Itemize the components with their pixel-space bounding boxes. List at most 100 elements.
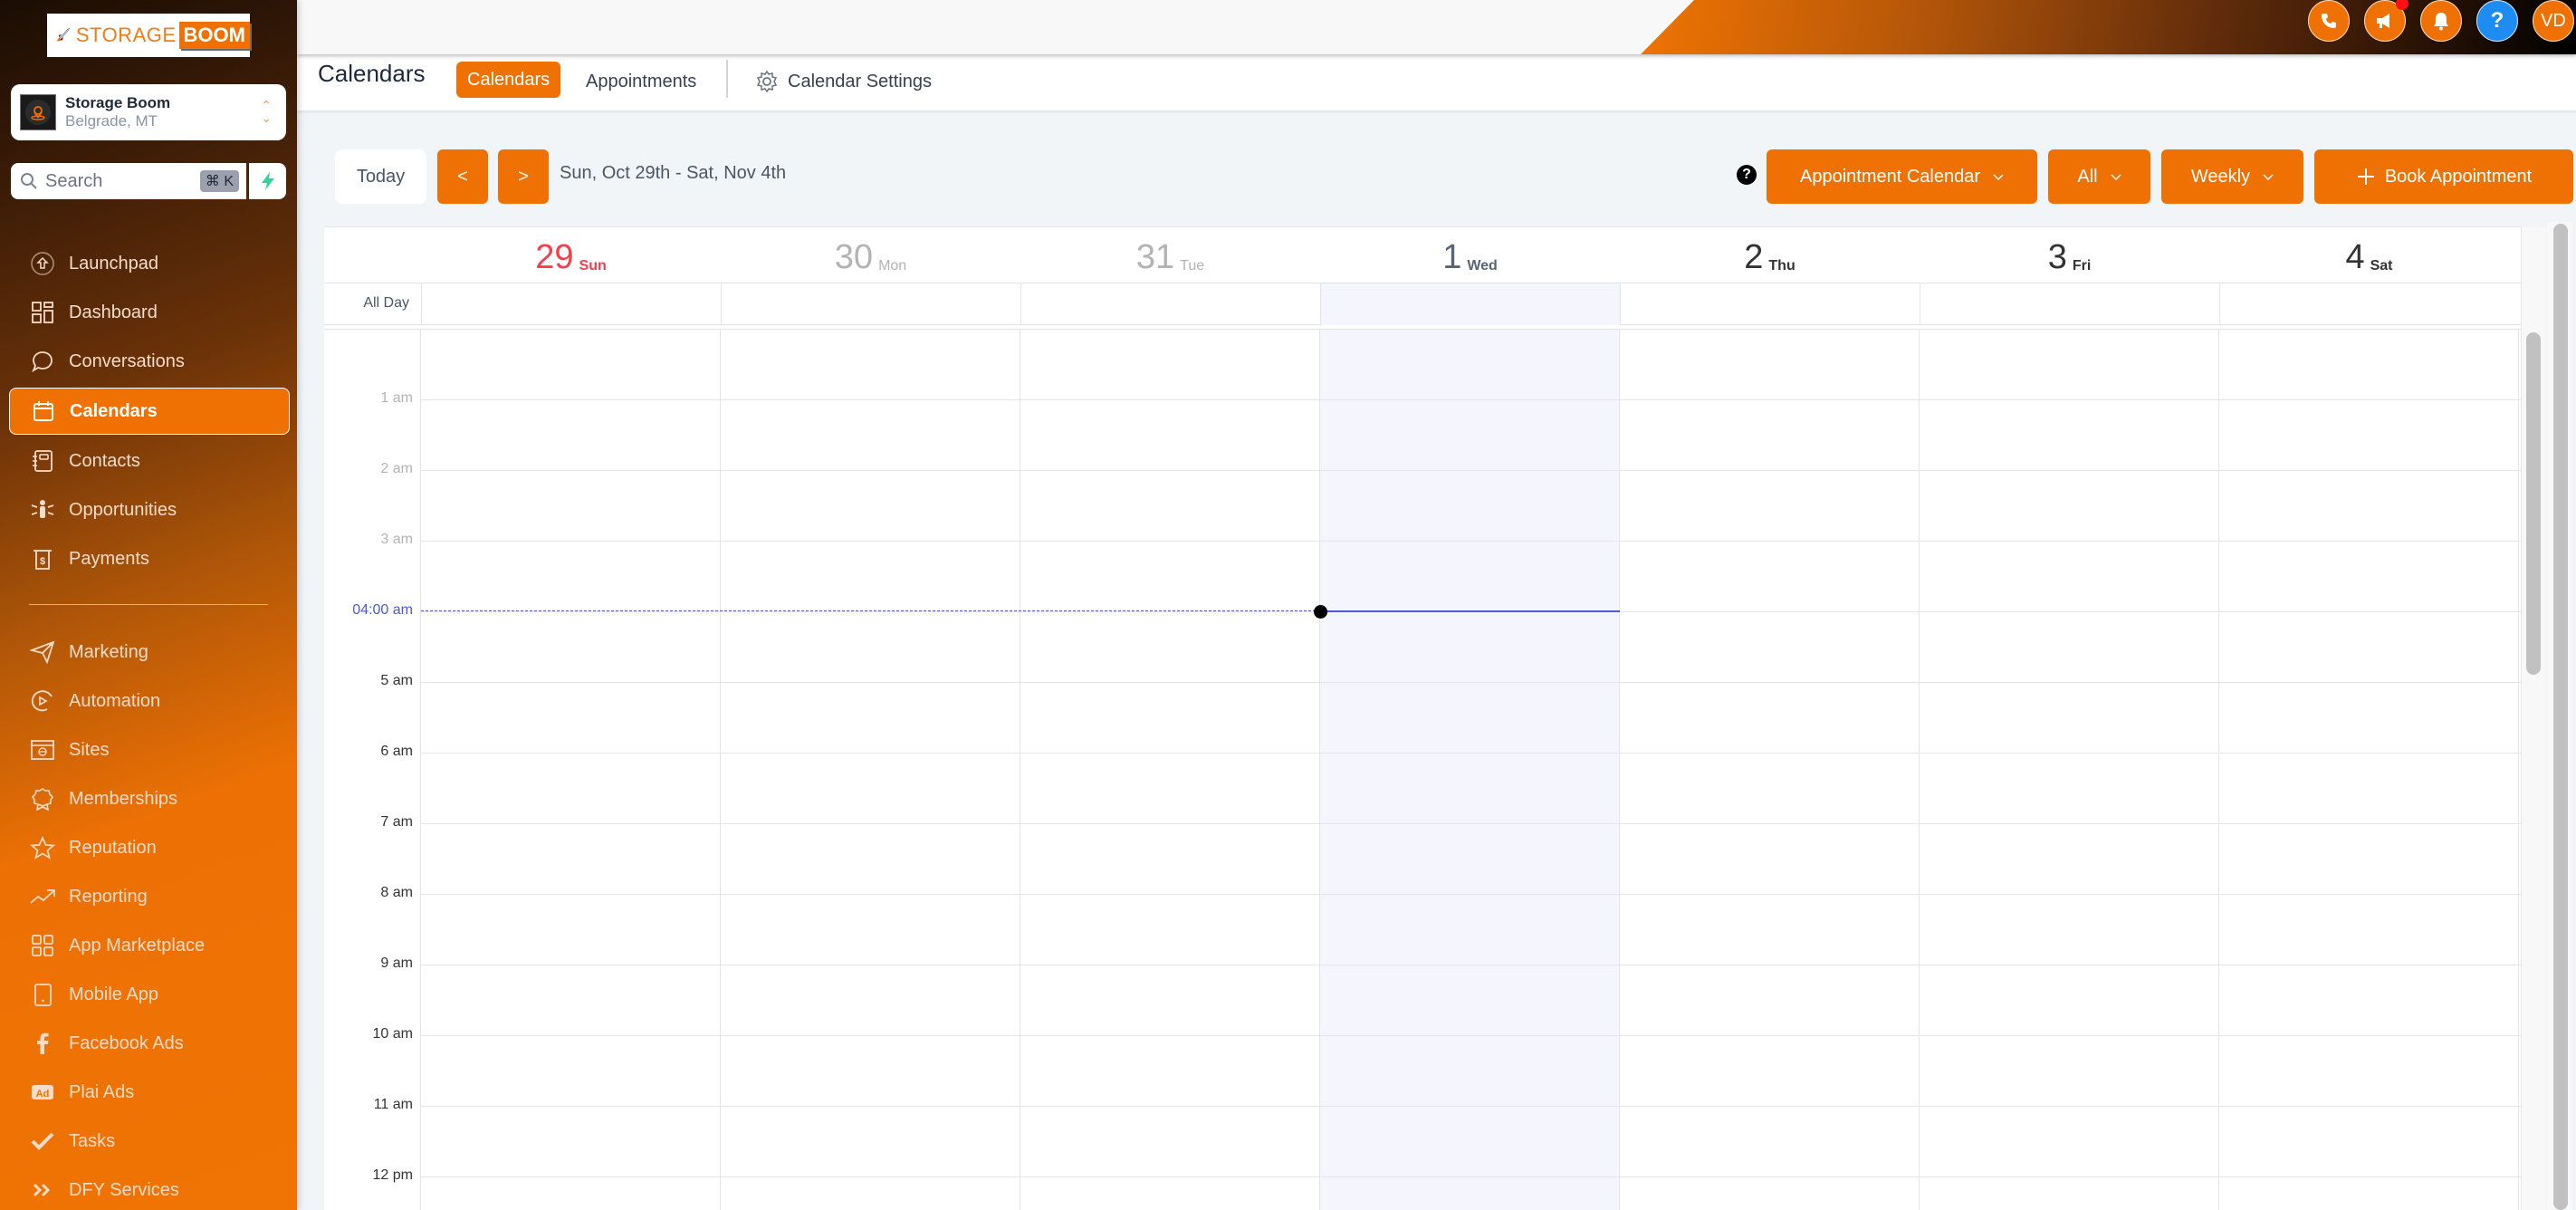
day-header-wed[interactable]: 1 Wed [1320,227,1620,283]
sidebar-item-automation[interactable]: Automation [9,677,290,725]
filter-select[interactable]: All [2048,149,2150,204]
location-switcher[interactable]: Storage Boom Belgrade, MT ⌃ ⌄ [11,84,286,140]
ad-icon: Ad [29,1079,56,1106]
day-header-sat[interactable]: 4 Sat [2219,227,2519,283]
sidebar-item-marketing[interactable]: Marketing [9,629,290,676]
rocket-icon [56,27,71,42]
chevron-down-icon [2111,174,2121,181]
tab-calendars[interactable]: Calendars [456,62,561,98]
sidebar-item-app-marketplace[interactable]: App Marketplace [9,922,290,969]
day-header-sun[interactable]: 29 Sun [421,227,721,283]
sidebar-item-label: Memberships [69,788,178,809]
search-shortcut: ⌘ K [199,170,239,192]
all-day-cell[interactable] [721,283,1020,325]
tab-appointments[interactable]: Appointments [575,63,707,100]
sidebar-item-label: DFY Services [69,1179,179,1200]
mobile-icon [29,981,56,1008]
contacts-icon [29,447,56,475]
sidebar-item-label: Marketing [69,641,148,662]
sites-icon [29,736,56,763]
all-day-cell[interactable] [1320,283,1620,325]
user-initials: VD [2541,10,2566,31]
filter-select-value: All [2077,166,2098,187]
calendar-scrollbar-thumb[interactable] [2526,332,2541,675]
day-name: Fri [2072,258,2092,274]
phone-button[interactable] [2308,0,2350,42]
day-column-sun[interactable] [421,330,721,1210]
help-button[interactable]: ? [2476,0,2518,42]
day-column-mon[interactable] [721,330,1020,1210]
day-column-sat[interactable] [2219,330,2519,1210]
sidebar-item-dfy-services[interactable]: DFY Services [9,1167,290,1210]
day-column-fri[interactable] [1920,330,2219,1210]
day-header-mon[interactable]: 30 Mon [721,227,1020,283]
day-header-thu[interactable]: 2 Thu [1620,227,1920,283]
day-number: 4 [2345,238,2365,276]
all-day-cell[interactable] [1020,283,1320,325]
sidebar-item-label: Automation [69,690,161,711]
sidebar-item-label: Launchpad [69,253,158,274]
day-column-thu[interactable] [1620,330,1920,1210]
calendar-select[interactable]: Appointment Calendar [1767,149,2037,204]
quick-action-button[interactable] [249,163,286,199]
search-input[interactable]: Search ⌘ K [11,163,246,199]
today-button[interactable]: Today [335,149,426,204]
view-select[interactable]: Weekly [2161,149,2303,204]
hour-label: 6 am [380,744,413,759]
hour-label: 2 am [380,461,413,476]
calendar-settings-link[interactable]: Calendar Settings [744,63,943,100]
brand-logo[interactable]: STORAGE BOOM [47,14,250,57]
sidebar-item-payments[interactable]: $ Payments [9,535,290,582]
sidebar-item-tasks[interactable]: Tasks [9,1118,290,1165]
sidebar-item-plai-ads[interactable]: Ad Plai Ads [9,1069,290,1116]
sidebar-item-memberships[interactable]: Memberships [9,775,290,822]
book-appointment-button[interactable]: Book Appointment [2314,149,2573,204]
sidebar-item-launchpad[interactable]: Launchpad [9,240,290,287]
all-day-cell[interactable] [1620,283,1920,325]
payments-icon: $ [29,545,56,572]
all-day-cell[interactable] [2219,283,2519,325]
sidebar-item-sites[interactable]: Sites [9,726,290,773]
sidebar-item-opportunities[interactable]: Opportunities [9,486,290,533]
sidebar-item-reporting[interactable]: Reporting [9,873,290,920]
help-circle-icon[interactable]: ? [1737,165,1757,185]
launchpad-icon [29,250,56,277]
sidebar-item-mobile-app[interactable]: Mobile App [9,971,290,1018]
sidebar-item-label: Tasks [69,1130,116,1151]
week-calendar: 29 Sun 30 Mon 31 Tue 1 Wed 2 Thu 3 Fri 4 Sat All Day … [324,226,2546,1210]
calendar-icon [30,398,57,425]
user-avatar[interactable]: VD [2533,0,2574,42]
plus-icon [2357,168,2374,185]
sidebar-item-facebook-ads[interactable]: Facebook Ads [9,1020,290,1067]
day-header-tue[interactable]: 31 Tue [1020,227,1320,283]
notifications-button[interactable] [2420,0,2462,42]
next-week-button[interactable]: > [498,149,549,204]
sidebar-item-label: Plai Ads [69,1081,135,1102]
page-scrollbar-thumb[interactable] [2553,224,2568,1210]
hour-label: 7 am [380,814,413,830]
calendar-time-grid[interactable]: 1 am 2 am 3 am 04:00 am 5 am 6 am 7 am 8 am 9 am… [324,330,2521,1210]
sidebar-item-reputation[interactable]: Reputation [9,824,290,871]
sidebar-item-dashboard[interactable]: Dashboard [9,289,290,336]
sidebar: STORAGE BOOM Storage Boom Belgrade, MT ⌃… [0,0,297,1210]
day-column-tue[interactable] [1020,330,1320,1210]
sidebar-item-calendars[interactable]: Calendars [9,388,290,435]
sidebar-item-label: Reporting [69,886,148,907]
sidebar-item-conversations[interactable]: Conversations [9,338,290,385]
day-header-fri[interactable]: 3 Fri [1920,227,2219,283]
sidebar-item-contacts[interactable]: Contacts [9,437,290,485]
all-day-cell[interactable] [1920,283,2219,325]
announcements-button[interactable] [2364,0,2408,42]
check-icon [29,1128,56,1155]
day-number: 30 [834,238,874,276]
question-icon: ? [2490,8,2504,33]
chevron-down-icon [1993,174,2004,181]
automation-icon [29,687,56,715]
location-avatar [20,94,56,130]
all-day-cell[interactable] [421,283,721,325]
phone-icon [2322,14,2336,28]
sidebar-item-label: Calendars [70,400,158,421]
hour-label: 5 am [380,673,413,688]
prev-week-button[interactable]: < [437,149,488,204]
day-column-wed[interactable] [1320,330,1620,1210]
